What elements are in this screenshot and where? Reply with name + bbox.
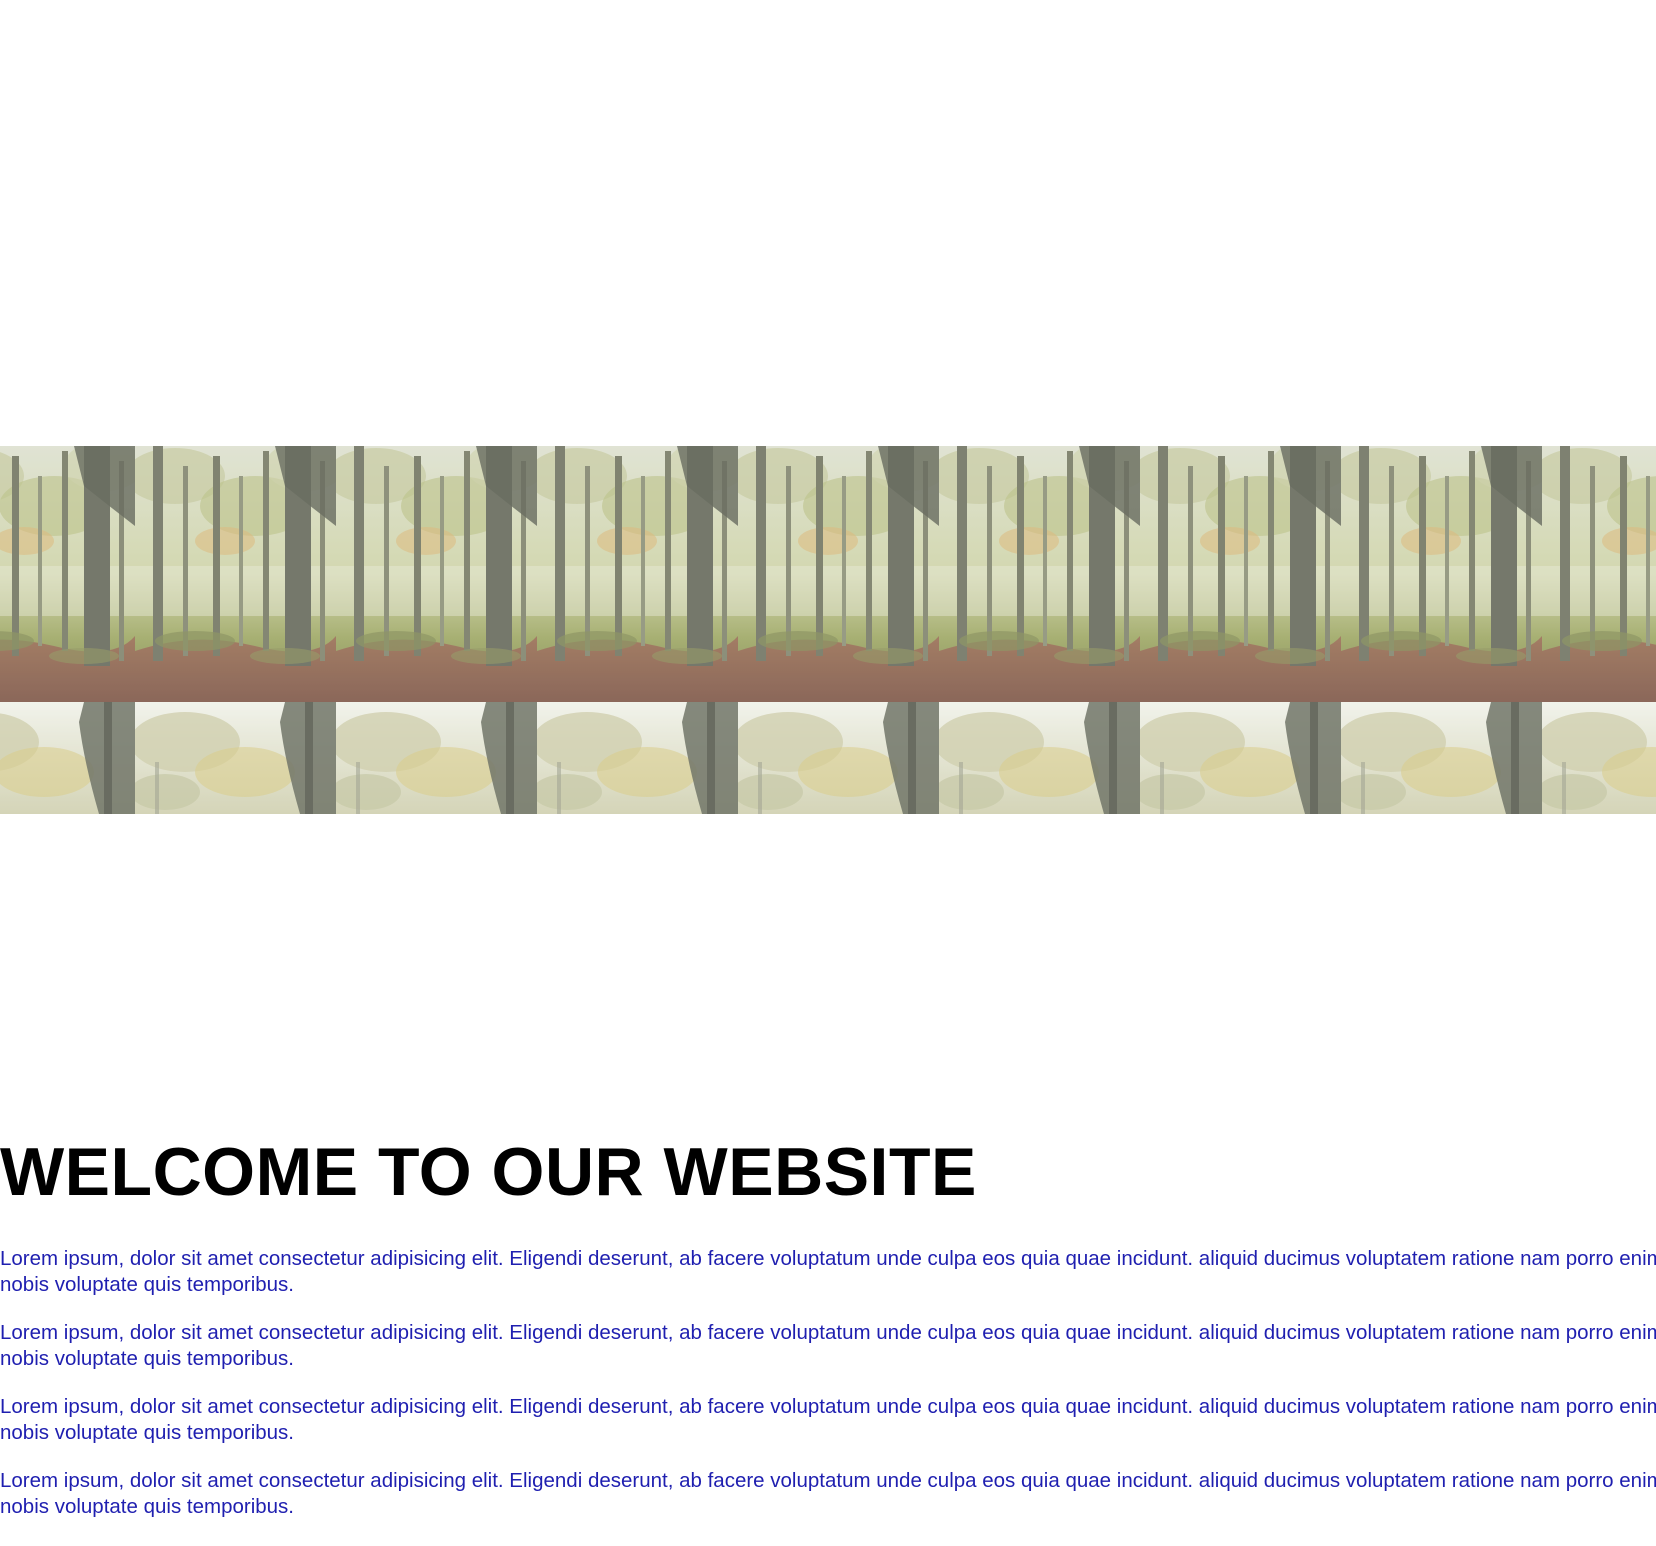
body-paragraph: Lorem ipsum, dolor sit amet consectetur … xyxy=(0,1321,1656,1370)
body-paragraph: Lorem ipsum, dolor sit amet consectetur … xyxy=(0,1247,1656,1296)
main-content: WELCOME TO OUR WEBSITE Lorem ipsum, dolo… xyxy=(0,1126,1656,1542)
body-paragraph: Lorem ipsum, dolor sit amet consectetur … xyxy=(0,1395,1656,1444)
forest-banner-image xyxy=(0,446,1656,814)
paragraph-list: Lorem ipsum, dolor sit amet consectetur … xyxy=(0,1246,1656,1520)
page-title: WELCOME TO OUR WEBSITE xyxy=(0,1134,977,1210)
body-paragraph: Lorem ipsum, dolor sit amet consectetur … xyxy=(0,1469,1656,1518)
